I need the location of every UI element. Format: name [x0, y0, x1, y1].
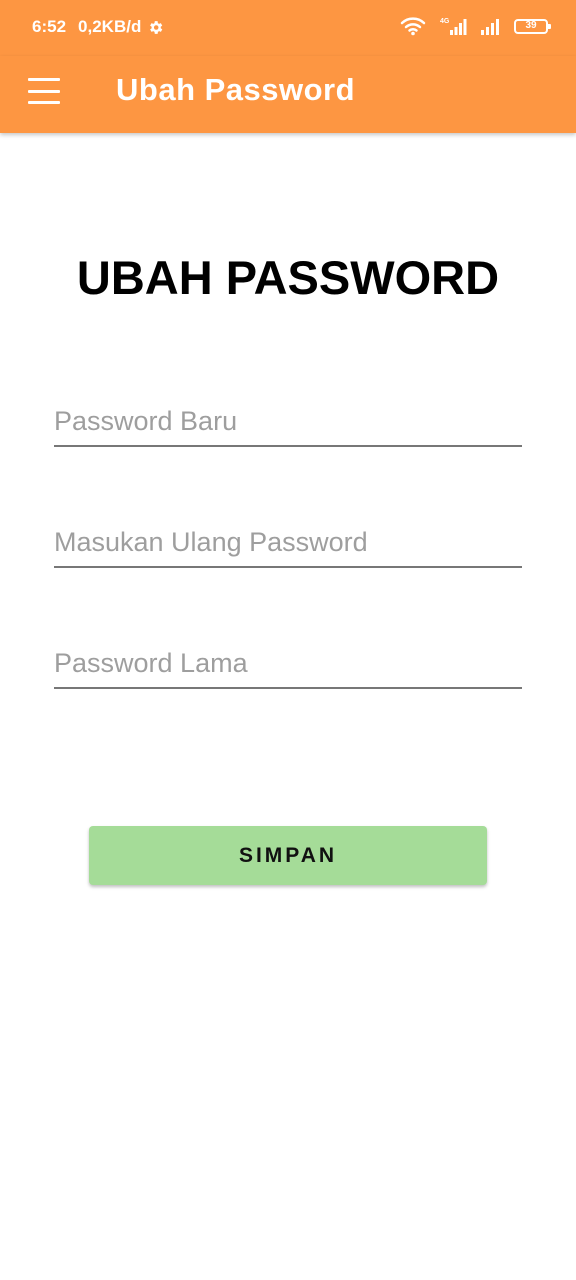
- new-password-field: [54, 397, 522, 447]
- app-bar-title: Ubah Password: [116, 72, 356, 107]
- battery-icon: 39: [514, 18, 551, 34]
- new-password-input[interactable]: [54, 397, 522, 445]
- status-time: 6:52: [32, 17, 67, 36]
- signal-4g-icon: 4G: [438, 16, 468, 36]
- svg-text:4G: 4G: [440, 18, 450, 25]
- settings-gear-icon: [147, 19, 164, 36]
- save-button[interactable]: SIMPAN: [89, 826, 487, 885]
- status-left: 6:52 0,2KB/d: [32, 17, 164, 37]
- status-data-rate: 0,2KB/d: [78, 17, 142, 36]
- confirm-password-field: [54, 518, 522, 568]
- status-bar: 6:52 0,2KB/d 4G 39: [0, 0, 576, 56]
- status-right: 4G 39: [400, 16, 551, 36]
- battery-level: 39: [525, 20, 537, 31]
- old-password-input[interactable]: [54, 639, 522, 687]
- signal-icon: [480, 16, 502, 36]
- wifi-icon: [400, 16, 426, 36]
- page-title: UBAH PASSWORD: [76, 251, 500, 304]
- confirm-password-input[interactable]: [54, 518, 522, 566]
- app-bar: Ubah Password: [0, 56, 576, 133]
- old-password-field: [54, 639, 522, 689]
- hamburger-menu-icon[interactable]: [28, 78, 62, 104]
